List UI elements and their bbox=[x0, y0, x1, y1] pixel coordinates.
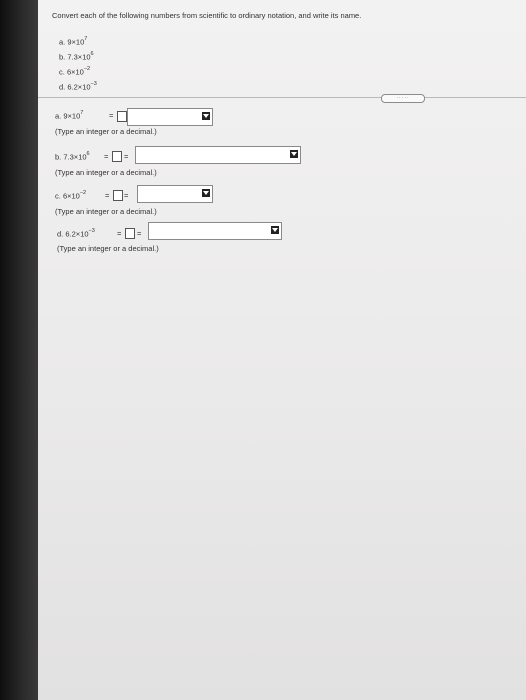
exponent: −3 bbox=[88, 228, 95, 234]
section-divider bbox=[38, 97, 526, 98]
coefficient: 7.3 bbox=[63, 152, 74, 162]
answer-label: a. bbox=[55, 111, 62, 121]
question-d: d. 6.2×10−3 bbox=[59, 81, 97, 92]
answer-b-name-select[interactable] bbox=[135, 146, 301, 164]
question-a: a. 9×107 bbox=[59, 36, 88, 47]
base: 10 bbox=[78, 152, 87, 162]
answer-c-number-input[interactable] bbox=[113, 190, 123, 201]
answer-b-hint: (Type an integer or a decimal.) bbox=[55, 168, 157, 177]
answer-a-hint: (Type an integer or a decimal.) bbox=[55, 127, 157, 136]
coefficient: 6.2 bbox=[65, 229, 76, 239]
base: 10 bbox=[75, 67, 84, 77]
base: 10 bbox=[71, 111, 81, 121]
answer-d-hint: (Type an integer or a decimal.) bbox=[57, 244, 159, 253]
exponent: −3 bbox=[90, 81, 97, 87]
dropdown-arrow-icon[interactable] bbox=[271, 226, 279, 234]
question-b: b. 7.3×106 bbox=[59, 51, 94, 62]
expand-button[interactable]: ····· bbox=[381, 94, 425, 103]
instruction-text: Convert each of the following numbers fr… bbox=[52, 11, 362, 20]
answer-d-number-input[interactable] bbox=[125, 228, 135, 239]
equals-sign: = bbox=[137, 229, 142, 238]
question-label: b. bbox=[59, 52, 66, 62]
device-bezel bbox=[0, 0, 38, 700]
question-label: a. bbox=[59, 37, 66, 47]
base: 10 bbox=[82, 52, 91, 62]
answer-b-expression: b. 7.3×106 bbox=[55, 151, 90, 162]
exponent: 7 bbox=[80, 110, 84, 116]
question-label: d. bbox=[59, 82, 66, 92]
equals-sign: = bbox=[104, 152, 109, 161]
answer-d-expression: d. 6.2×10−3 bbox=[57, 228, 95, 239]
answer-a-expression: a. 9×107 bbox=[55, 110, 84, 121]
base: 10 bbox=[82, 82, 91, 92]
answer-a-name-select[interactable] bbox=[127, 108, 213, 126]
answer-label: b. bbox=[55, 152, 62, 162]
equals-sign: = bbox=[117, 229, 122, 238]
answer-c-expression: c. 6×10−2 bbox=[55, 190, 87, 201]
exponent: −2 bbox=[83, 66, 91, 72]
answer-label: c. bbox=[55, 191, 61, 201]
dropdown-arrow-icon[interactable] bbox=[290, 150, 298, 158]
exponent: 6 bbox=[86, 151, 90, 157]
exponent: −2 bbox=[79, 190, 87, 196]
question-panel: Convert each of the following numbers fr… bbox=[38, 0, 526, 700]
equals-sign: = bbox=[124, 191, 129, 200]
exponent: 7 bbox=[84, 36, 88, 42]
answer-c-name-select[interactable] bbox=[137, 185, 213, 203]
base: 10 bbox=[75, 37, 85, 47]
base: 10 bbox=[80, 229, 89, 239]
answer-c-hint: (Type an integer or a decimal.) bbox=[55, 207, 157, 216]
question-c: c. 6×10−2 bbox=[59, 66, 91, 77]
answer-label: d. bbox=[57, 229, 64, 239]
answer-d-name-select[interactable] bbox=[148, 222, 282, 240]
equals-sign: = bbox=[109, 111, 114, 120]
base: 10 bbox=[71, 191, 80, 201]
answer-b-number-input[interactable] bbox=[112, 151, 122, 162]
coefficient: 6.2 bbox=[67, 82, 78, 92]
question-label: c. bbox=[59, 67, 65, 77]
dropdown-arrow-icon[interactable] bbox=[202, 189, 210, 197]
exponent: 6 bbox=[90, 51, 94, 57]
equals-sign: = bbox=[124, 152, 129, 161]
equals-sign: = bbox=[105, 191, 110, 200]
dropdown-arrow-icon[interactable] bbox=[202, 112, 210, 120]
coefficient: 7.3 bbox=[67, 52, 78, 62]
answer-a-number-input[interactable] bbox=[117, 111, 127, 122]
